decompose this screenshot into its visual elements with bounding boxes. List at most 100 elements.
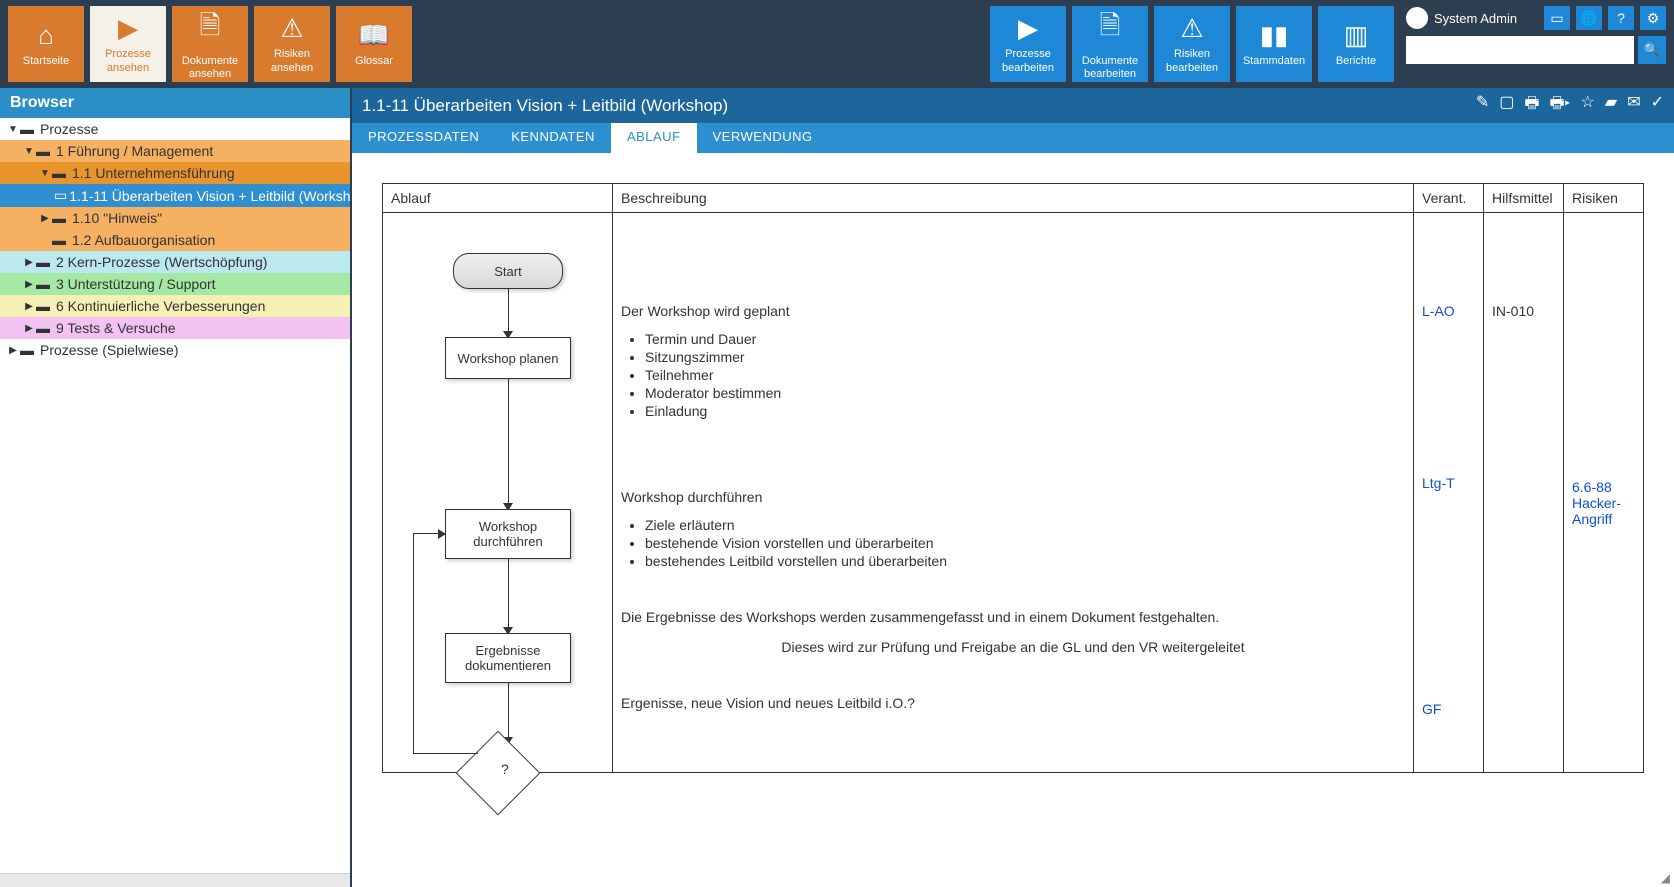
print-icon[interactable]: 🖶 — [1524, 92, 1539, 119]
header-actions: ✎ ▢ 🖶 🖶▸ ☆ ▰ ✉ ✓ — [1476, 92, 1664, 119]
globe-icon[interactable]: 🌐 — [1576, 6, 1602, 30]
document-icon: 🗎 — [200, 7, 221, 51]
process-tree: ▼▬Prozesse ▼▬1 Führung / Management ▼▬1.… — [0, 118, 350, 873]
tree-node-1-1-11[interactable]: ▭1.1-11 Überarbeiten Vision + Leitbild (… — [0, 184, 350, 207]
user-name: System Admin — [1434, 11, 1538, 26]
process-icon: ▭ — [54, 187, 67, 204]
row-1-desc: Der Workshop wird geplant Termin und Dau… — [621, 303, 1405, 419]
folder-icon: ▬ — [36, 298, 54, 314]
star-icon[interactable]: ☆ — [1581, 92, 1595, 119]
report-icon: ▥ — [1344, 20, 1369, 51]
tree-root-prozesse[interactable]: ▼▬Prozesse — [0, 118, 350, 140]
edit-icon[interactable]: ✎ — [1476, 92, 1489, 119]
card-icon[interactable]: ▭ — [1544, 6, 1570, 30]
tree-node-1-1[interactable]: ▼▬1.1 Unternehmensführung — [0, 162, 350, 184]
nav-masterdata[interactable]: ▮▮ Stammdaten — [1236, 6, 1312, 82]
nav-group-edit: ▶ Prozesse bearbeiten 🗎 Dokumente bearbe… — [990, 6, 1394, 82]
nav-risks-view[interactable]: ⚠ Risiken ansehen — [254, 6, 330, 82]
content-tabs: PROZESSDATEN KENNDATEN ABLAUF VERWENDUNG — [352, 123, 1674, 153]
search-button[interactable]: 🔍 — [1638, 36, 1666, 64]
warning-edit-icon: ⚠ — [1180, 13, 1203, 44]
folder-icon: ▬ — [36, 320, 54, 336]
row-3-desc: Die Ergebnisse des Workshops werden zusa… — [621, 609, 1405, 655]
folder-icon: ▬ — [20, 121, 38, 137]
verant-link-4[interactable]: GF — [1422, 701, 1475, 717]
risk-link-1[interactable]: 6.6-88 Hacker-Angriff — [1572, 479, 1635, 527]
nav-documents-view[interactable]: 🗎 Dokumente ansehen — [172, 6, 248, 82]
window-icon[interactable]: ▢ — [1499, 92, 1514, 119]
check-icon[interactable]: ✓ — [1651, 92, 1664, 119]
col-verant: Verant. — [1414, 184, 1484, 213]
row-2-desc: Workshop durchführen Ziele erläutern bes… — [621, 489, 1405, 569]
nav-documents-edit[interactable]: 🗎 Dokumente bearbeiten — [1072, 6, 1148, 82]
sidebar-title: Browser — [0, 88, 350, 118]
process-table: Ablauf Beschreibung Verant. Hilfsmittel … — [382, 183, 1644, 773]
top-navigation: ⌂ Startseite ▶ Prozesse ansehen 🗎 Dokume… — [0, 0, 1674, 88]
help-icon[interactable]: ? — [1608, 6, 1634, 30]
folder-icon: ▬ — [20, 342, 38, 358]
row-4-desc: Ergenisse, neue Vision und neues Leitbil… — [621, 695, 1405, 711]
tree-node-2[interactable]: ▶▬2 Kern-Prozesse (Wertschöpfung) — [0, 251, 350, 273]
tree-root-spielwiese[interactable]: ▶▬Prozesse (Spielwiese) — [0, 339, 350, 361]
tab-prozessdaten[interactable]: PROZESSDATEN — [352, 123, 495, 153]
nav-risks-edit[interactable]: ⚠ Risiken bearbeiten — [1154, 6, 1230, 82]
tree-node-6[interactable]: ▶▬6 Kontinuierliche Verbesserungen — [0, 295, 350, 317]
verant-link-2[interactable]: Ltg-T — [1422, 475, 1475, 491]
nav-group-view: ⌂ Startseite ▶ Prozesse ansehen 🗎 Dokume… — [8, 6, 412, 82]
user-area: 🛠 System Admin ▭ 🌐 ? ⚙ 🔍 — [1406, 6, 1666, 64]
page-title: 1.1-11 Überarbeiten Vision + Leitbild (W… — [362, 96, 1476, 116]
flow-decision — [455, 731, 540, 816]
tag-edit-icon: ▶ — [1018, 13, 1038, 44]
flow-step-1: Workshop planen — [445, 337, 571, 379]
tree-node-3[interactable]: ▶▬3 Unterstützung / Support — [0, 273, 350, 295]
col-ablauf: Ablauf — [383, 184, 613, 213]
sidebar: Browser ▼▬Prozesse ▼▬1 Führung / Managem… — [0, 88, 352, 887]
flow-decision-label: ? — [501, 761, 509, 777]
flow-step-3: Ergebnisse dokumentieren — [445, 633, 571, 683]
tag-icon: ▶ — [118, 13, 138, 44]
flow-step-2: Workshop durchführen — [445, 509, 571, 559]
mail-icon[interactable]: ✉ — [1627, 92, 1640, 119]
col-beschreibung: Beschreibung — [613, 184, 1414, 213]
sidebar-scrollbar[interactable] — [0, 873, 350, 887]
folder-icon: ▬ — [36, 143, 54, 159]
home-icon: ⌂ — [38, 20, 54, 51]
tab-kenndaten[interactable]: KENNDATEN — [495, 123, 611, 153]
tree-node-1-10[interactable]: ▶▬1.10 "Hinweis" — [0, 207, 350, 229]
document-edit-icon: 🗎 — [1100, 7, 1121, 51]
verant-link-1[interactable]: L-AO — [1422, 303, 1475, 319]
nav-home[interactable]: ⌂ Startseite — [8, 6, 84, 82]
nav-processes-edit[interactable]: ▶ Prozesse bearbeiten — [990, 6, 1066, 82]
tab-ablauf[interactable]: ABLAUF — [611, 123, 697, 153]
binder-icon: ▮▮ — [1260, 20, 1289, 51]
folder-icon: ▬ — [52, 232, 70, 248]
flow-start: Start — [453, 253, 563, 289]
content-pane: 1.1-11 Überarbeiten Vision + Leitbild (W… — [352, 88, 1674, 887]
folder-icon: ▬ — [36, 254, 54, 270]
col-hilfsmittel: Hilfsmittel — [1484, 184, 1564, 213]
content-header: 1.1-11 Überarbeiten Vision + Leitbild (W… — [352, 88, 1674, 123]
comment-icon[interactable]: ▰ — [1605, 92, 1617, 119]
content-body: Ablauf Beschreibung Verant. Hilfsmittel … — [352, 153, 1674, 887]
nav-reports[interactable]: ▥ Berichte — [1318, 6, 1394, 82]
tab-verwendung[interactable]: VERWENDUNG — [697, 123, 829, 153]
search-input[interactable] — [1406, 36, 1634, 64]
folder-icon: ▬ — [52, 165, 70, 181]
settings-icon[interactable]: ⚙ — [1640, 6, 1666, 30]
flow-loopback — [413, 533, 445, 753]
tree-node-1-2[interactable]: ▬1.2 Aufbauorganisation — [0, 229, 350, 251]
book-icon: 📖 — [358, 20, 390, 51]
col-risiken: Risiken — [1564, 184, 1644, 213]
avatar-icon: 🛠 — [1406, 7, 1428, 29]
hilfsmittel-1: IN-010 — [1492, 303, 1555, 319]
nav-processes-view[interactable]: ▶ Prozesse ansehen — [90, 6, 166, 82]
flowchart: Start Workshop planen Workshop durchführ… — [383, 213, 612, 772]
tree-node-1[interactable]: ▼▬1 Führung / Management — [0, 140, 350, 162]
folder-icon: ▬ — [52, 210, 70, 226]
warning-icon: ⚠ — [280, 13, 303, 44]
print-all-icon[interactable]: 🖶▸ — [1550, 92, 1571, 119]
resize-handle-icon[interactable]: ◢ — [1661, 871, 1670, 885]
tree-node-9[interactable]: ▶▬9 Tests & Versuche — [0, 317, 350, 339]
folder-icon: ▬ — [36, 276, 54, 292]
nav-glossary[interactable]: 📖 Glossar — [336, 6, 412, 82]
